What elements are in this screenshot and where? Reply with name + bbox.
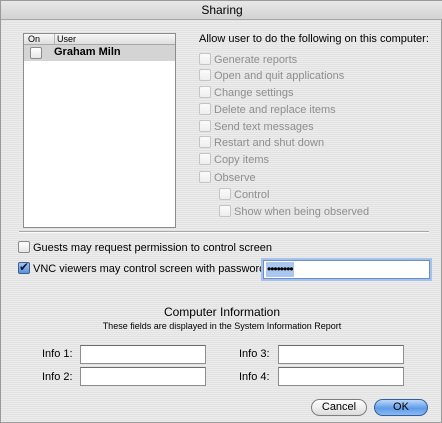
show-observed-checkbox[interactable] — [219, 205, 231, 218]
permission-generate-reports[interactable]: Generate reports — [199, 53, 297, 68]
permission-label: Control — [234, 189, 270, 201]
user-list-header: On User — [24, 34, 175, 45]
permission-change-settings[interactable]: Change settings — [199, 86, 294, 101]
guests-label: Guests may request permission to control… — [33, 242, 273, 254]
window-title: Sharing — [1, 1, 442, 20]
delete-replace-checkbox[interactable] — [199, 103, 211, 116]
permissions-heading: Allow user to do the following on this c… — [199, 33, 429, 45]
open-quit-apps-checkbox[interactable] — [199, 69, 211, 82]
section-divider — [19, 231, 429, 233]
permission-delete-replace[interactable]: Delete and replace items — [199, 103, 336, 118]
change-settings-checkbox[interactable] — [199, 86, 211, 99]
permission-send-text[interactable]: Send text messages — [199, 120, 314, 135]
user-row[interactable]: Graham Miln — [24, 45, 175, 61]
vnc-checkbox[interactable] — [18, 260, 30, 275]
permission-label: Show when being observed — [234, 206, 370, 218]
guests-option[interactable]: Guests may request permission to control… — [18, 241, 272, 256]
guests-checkbox[interactable] — [18, 241, 30, 254]
computer-info-title: Computer Information — [163, 305, 281, 319]
info2-field[interactable] — [80, 367, 206, 386]
info1-label: Info 1: — [42, 348, 73, 360]
user-list[interactable]: On User Graham Miln — [23, 33, 176, 228]
permission-label: Send text messages — [214, 121, 314, 133]
permission-label: Observe — [214, 172, 256, 184]
ok-button[interactable]: OK — [374, 399, 428, 416]
info3-field[interactable] — [278, 345, 404, 364]
info3-label: Info 3: — [239, 348, 270, 360]
restart-shutdown-checkbox[interactable] — [199, 136, 211, 149]
permission-label: Delete and replace items — [214, 104, 336, 116]
copy-items-checkbox[interactable] — [199, 153, 211, 166]
permission-copy-items[interactable]: Copy items — [199, 153, 269, 168]
generate-reports-checkbox[interactable] — [199, 53, 211, 66]
permission-show-observed[interactable]: Show when being observed — [219, 205, 369, 220]
control-checkbox[interactable] — [219, 188, 231, 201]
observe-checkbox[interactable] — [199, 171, 211, 184]
permission-label: Generate reports — [214, 54, 298, 66]
cancel-button[interactable]: Cancel — [311, 399, 367, 416]
permission-label: Restart and shut down — [214, 137, 325, 149]
sharing-sheet: Sharing On User Graham Miln Allow user t… — [0, 0, 442, 423]
permission-open-quit-apps[interactable]: Open and quit applications — [199, 69, 344, 84]
permission-observe[interactable]: Observe — [199, 171, 256, 186]
vnc-label: VNC viewers may control screen with pass… — [33, 263, 269, 275]
user-name: Graham Miln — [54, 46, 121, 58]
permission-restart-shutdown[interactable]: Restart and shut down — [199, 136, 324, 151]
vnc-option[interactable]: VNC viewers may control screen with pass… — [18, 260, 269, 277]
info4-label: Info 4: — [239, 371, 270, 383]
column-header-user[interactable]: User — [54, 34, 76, 45]
permission-control[interactable]: Control — [219, 188, 269, 203]
computer-info-subtitle: These fields are displayed in the System… — [102, 321, 342, 331]
password-mask: •••••••• — [266, 262, 294, 277]
info2-label: Info 2: — [42, 371, 73, 383]
column-header-on[interactable]: On — [28, 34, 40, 45]
vnc-password-field[interactable]: •••••••• — [263, 260, 430, 279]
user-on-checkbox[interactable] — [30, 47, 42, 59]
permission-label: Copy items — [214, 154, 270, 166]
permission-label: Open and quit applications — [214, 70, 345, 82]
permission-label: Change settings — [214, 87, 294, 99]
info1-field[interactable] — [80, 345, 206, 364]
info4-field[interactable] — [278, 367, 404, 386]
send-text-checkbox[interactable] — [199, 120, 211, 133]
